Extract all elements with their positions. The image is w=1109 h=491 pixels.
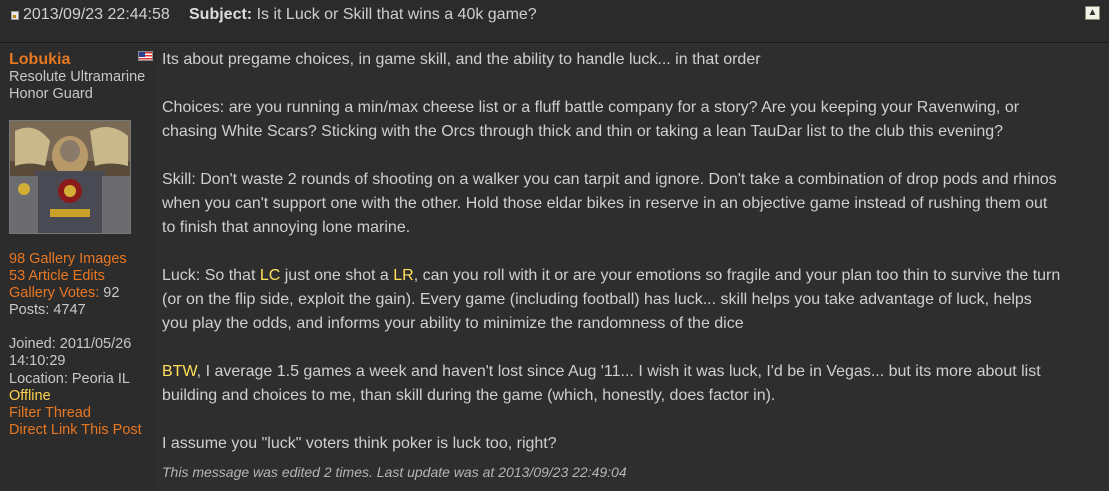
gallery-images-link[interactable]: 98 Gallery Images (9, 251, 127, 267)
user-title-line1: Resolute Ultramarine (9, 69, 146, 85)
post-paragraph-5: BTW, I average 1.5 games a week and have… (162, 360, 1062, 408)
gallery-votes: Gallery Votes: 92 (9, 285, 119, 301)
post-icon (11, 11, 19, 20)
joined-date: Joined: 2011/05/26 (9, 336, 132, 352)
filter-thread-link[interactable]: Filter Thread (9, 405, 91, 421)
post-paragraph-2: Choices: are you running a min/max chees… (162, 99, 1020, 140)
post-date: 2013/09/23 22:44:58 (23, 6, 170, 23)
post-paragraph-1: Its about pregame choices, in game skill… (162, 51, 761, 68)
user-title-line2: Honor Guard (9, 86, 93, 102)
us-flag-icon (138, 51, 153, 61)
luck-text-a: Luck: So that (162, 267, 260, 284)
post-paragraph-6: I assume you "luck" voters think poker i… (162, 435, 557, 452)
article-edits-link[interactable]: 53 Article Edits (9, 268, 105, 284)
post-header: 2013/09/23 22:44:58 Subject: Is it Luck … (0, 0, 1109, 43)
abbr-btw[interactable]: BTW (162, 363, 197, 380)
abbr-lc[interactable]: LC (260, 267, 280, 284)
status-badge: Offline (9, 388, 51, 404)
btw-text: , I average 1.5 games a week and haven't… (162, 363, 1041, 404)
direct-link-post[interactable]: Direct Link This Post (9, 422, 142, 438)
luck-text-b: just one shot a (280, 267, 394, 284)
abbr-lr[interactable]: LR (393, 267, 413, 284)
joined-time: 14:10:29 (9, 353, 66, 369)
forum-post: 2013/09/23 22:44:58 Subject: Is it Luck … (0, 0, 1109, 491)
gallery-votes-value: 92 (103, 285, 120, 301)
subject-text: Is it Luck or Skill that wins a 40k game… (256, 6, 537, 23)
subject-label: Subject: (189, 6, 253, 23)
post-paragraph-4: Luck: So that LC just one shot a LR, can… (162, 264, 1062, 336)
user-location: Location: Peoria IL (9, 371, 130, 387)
avatar[interactable] (9, 120, 131, 234)
avatar-image (10, 121, 130, 233)
edit-note: This message was edited 2 times. Last up… (162, 464, 627, 480)
user-sidebar: Lobukia Resolute Ultramarine Honor Guard (0, 44, 157, 491)
post-count: Posts: 4747 (9, 302, 86, 318)
username-link[interactable]: Lobukia (9, 51, 70, 69)
post-subject: Subject: Is it Luck or Skill that wins a… (189, 6, 537, 24)
arrow-up-icon[interactable]: ▲ (1085, 6, 1100, 20)
post-paragraph-3: Skill: Don't waste 2 rounds of shooting … (162, 171, 1057, 236)
gallery-votes-link[interactable]: Gallery Votes: (9, 285, 99, 301)
